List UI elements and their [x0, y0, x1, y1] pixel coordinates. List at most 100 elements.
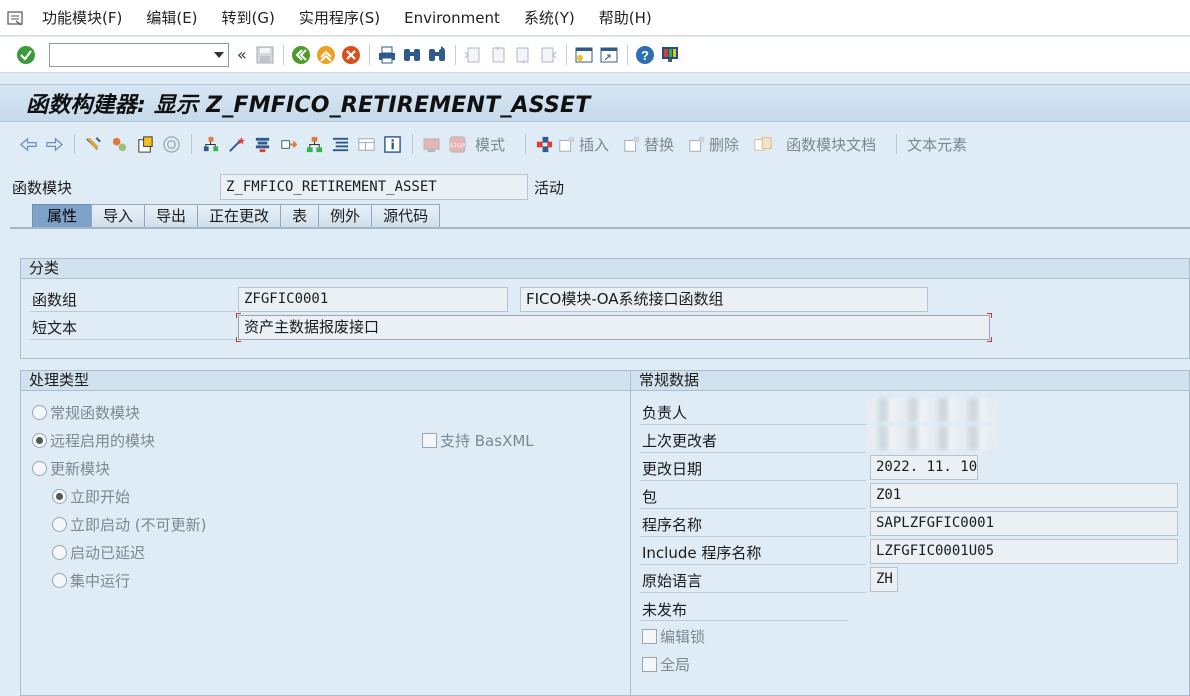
tab-changing[interactable]: 正在更改	[197, 204, 282, 228]
magic-wand-icon[interactable]	[224, 132, 248, 156]
system-menu-icon[interactable]	[0, 0, 30, 36]
other-object-icon[interactable]	[107, 132, 131, 156]
processing-type-title: 处理类型	[21, 371, 631, 391]
immediate-start-radio[interactable]: 立即开始	[52, 486, 130, 507]
find-next-icon[interactable]	[425, 43, 449, 67]
required-marker	[236, 337, 241, 342]
hierarchy-icon[interactable]	[302, 132, 326, 156]
first-page-icon[interactable]	[461, 43, 485, 67]
delete-button[interactable]: 删除	[688, 134, 739, 155]
radio-button-selected[interactable]	[52, 489, 67, 504]
application-toolbar: STOP 模式 插入 替换 删除 函数模块文档 文本元素	[0, 128, 1190, 160]
program-name-field[interactable]: SAPLZFGFIC0001	[870, 511, 1178, 536]
label-underline	[640, 620, 848, 621]
back-icon[interactable]	[289, 43, 313, 67]
update-module-radio[interactable]: 更新模块	[32, 458, 110, 479]
tab-tables[interactable]: 表	[280, 204, 320, 228]
menu-utilities[interactable]: 实用程序(S)	[287, 0, 392, 36]
menu-function-module[interactable]: 功能模块(F)	[30, 0, 134, 36]
tab-exceptions[interactable]: 例外	[318, 204, 373, 228]
pretty-printer-icon[interactable]	[328, 132, 352, 156]
toolbar-separator	[191, 134, 192, 154]
find-icon[interactable]	[400, 43, 424, 67]
owner-label: 负责人	[642, 404, 688, 422]
package-label: 包	[642, 488, 658, 506]
tab-source-code[interactable]: 源代码	[371, 204, 441, 228]
radio-button[interactable]	[32, 461, 47, 476]
info-icon[interactable]	[380, 132, 404, 156]
text-elements-button[interactable]: 文本元素	[907, 134, 967, 155]
customize-layout-icon[interactable]	[658, 43, 682, 67]
command-field[interactable]	[49, 42, 229, 67]
radio-button[interactable]	[52, 545, 67, 560]
menu-edit[interactable]: 编辑(E)	[134, 0, 209, 36]
function-group-field[interactable]: ZFGFIC0001	[238, 287, 508, 312]
layout-icon[interactable]	[354, 132, 378, 156]
menu-environment[interactable]: Environment	[392, 0, 512, 36]
menu-goto[interactable]: 转到(G)	[210, 0, 287, 36]
checkbox[interactable]	[642, 629, 657, 644]
function-module-field[interactable]: Z_FMFICO_RETIREMENT_ASSET	[220, 174, 528, 200]
mode-button[interactable]: 模式	[475, 134, 505, 155]
immediate-no-update-radio[interactable]: 立即启动 (不可更新)	[52, 514, 206, 535]
save-icon[interactable]	[253, 43, 277, 67]
delayed-start-radio[interactable]: 启动已延迟	[52, 542, 145, 563]
checkbox[interactable]	[422, 433, 437, 448]
new-session-icon[interactable]	[572, 43, 596, 67]
exit-icon[interactable]	[314, 43, 338, 67]
object-list-icon[interactable]	[198, 132, 222, 156]
remote-enabled-radio[interactable]: 远程启用的模块	[32, 430, 155, 451]
delete-icon	[689, 136, 705, 152]
radio-button[interactable]	[52, 517, 67, 532]
menu-system[interactable]: 系统(Y)	[512, 0, 587, 36]
collapse-icon[interactable]: «	[237, 45, 247, 64]
tab-export[interactable]: 导出	[144, 204, 199, 228]
structure-icon[interactable]	[532, 132, 556, 156]
checkbox[interactable]	[642, 657, 657, 672]
radio-button-selected[interactable]	[32, 433, 47, 448]
test-icon[interactable]	[250, 132, 274, 156]
back-arrow-icon[interactable]	[16, 132, 40, 156]
menu-help[interactable]: 帮助(H)	[587, 0, 664, 36]
display-change-icon[interactable]	[81, 132, 105, 156]
pattern-icon[interactable]	[419, 132, 443, 156]
insert-button[interactable]: 插入	[558, 134, 609, 155]
radio-button[interactable]	[52, 573, 67, 588]
edit-lock-checkbox[interactable]: 编辑锁	[642, 626, 705, 647]
function-doc-button[interactable]: 函数模块文档	[753, 134, 876, 155]
svg-text:?: ?	[641, 48, 649, 63]
tab-strip: 属性 导入 导出 正在更改 表 例外 源代码	[32, 204, 441, 228]
tab-import[interactable]: 导入	[91, 204, 146, 228]
toolbar-separator	[896, 134, 898, 154]
basxml-checkbox[interactable]: 支持 BasXML	[422, 430, 534, 451]
cancel-icon[interactable]	[339, 43, 363, 67]
next-page-icon[interactable]	[511, 43, 535, 67]
short-text-field[interactable]: 资产主数据报废接口	[238, 315, 990, 340]
chevron-down-icon[interactable]	[214, 51, 224, 58]
print-icon[interactable]	[375, 43, 399, 67]
changed-on-label: 更改日期	[642, 460, 703, 478]
unreleased-label: 未发布	[642, 601, 688, 619]
shortcut-icon[interactable]	[597, 43, 621, 67]
where-used-icon[interactable]	[159, 132, 183, 156]
stop-icon[interactable]: STOP	[445, 132, 469, 156]
status-text: 活动	[534, 179, 565, 197]
label-underline	[640, 508, 866, 509]
forward-arrow-icon[interactable]	[42, 132, 66, 156]
last-page-icon[interactable]	[536, 43, 560, 67]
navigation-icon[interactable]	[276, 132, 300, 156]
include-name-field[interactable]: LZFGFIC0001U05	[870, 539, 1178, 564]
enter-icon[interactable]	[14, 43, 38, 67]
normal-module-radio[interactable]: 常规函数模块	[32, 402, 140, 423]
collective-run-radio[interactable]: 集中运行	[52, 570, 130, 591]
activate-icon[interactable]	[133, 132, 157, 156]
tab-attributes[interactable]: 属性	[32, 204, 93, 228]
help-icon[interactable]: ?	[633, 43, 657, 67]
radio-button[interactable]	[32, 405, 47, 420]
previous-page-icon[interactable]	[486, 43, 510, 67]
global-checkbox[interactable]: 全局	[642, 654, 690, 675]
package-field[interactable]: Z01	[870, 483, 1178, 508]
page-title: 函数构建器: 显示 Z_FMFICO_RETIREMENT_ASSET	[26, 93, 591, 118]
label-underline	[640, 592, 866, 593]
replace-button[interactable]: 替换	[623, 134, 674, 155]
